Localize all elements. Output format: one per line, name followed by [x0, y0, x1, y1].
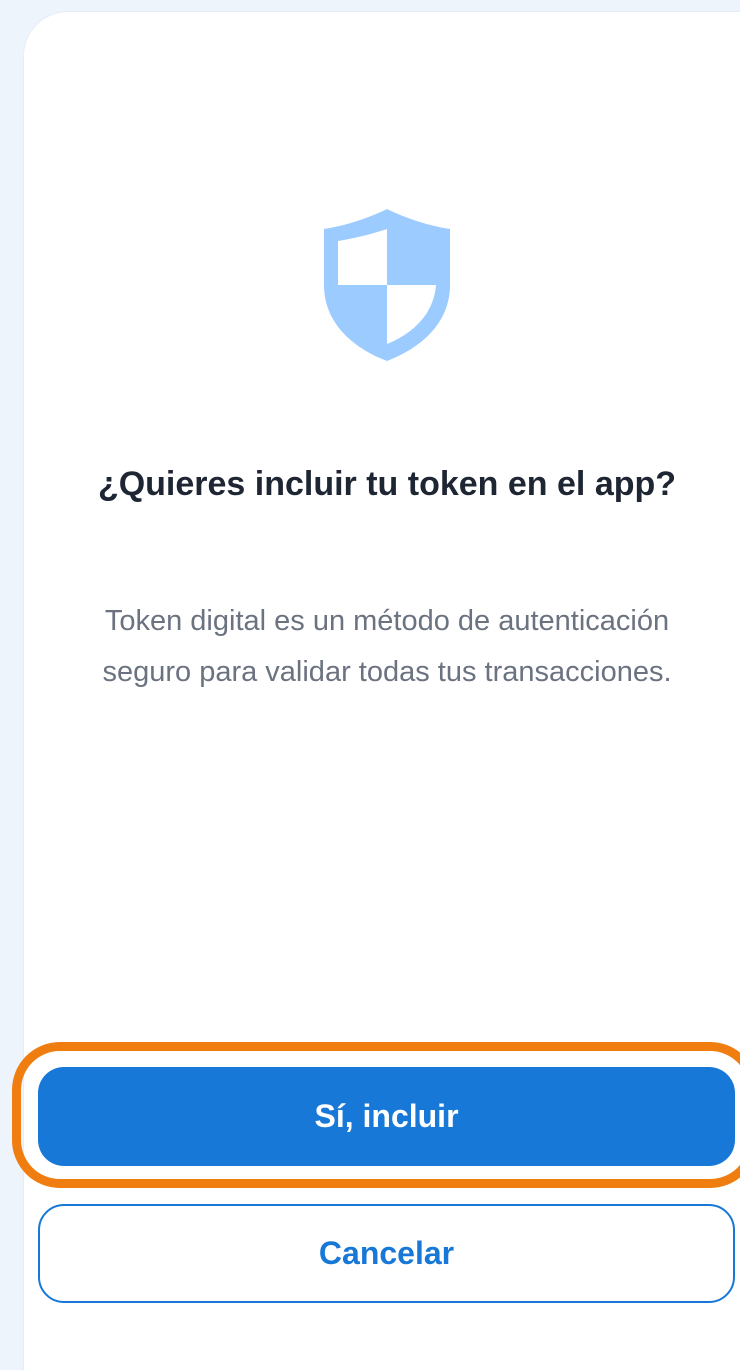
dialog-description: Token digital es un método de autenticac… — [102, 605, 672, 688]
cancel-button[interactable]: Cancelar — [38, 1204, 735, 1303]
confirm-include-button[interactable]: Sí, incluir — [38, 1067, 735, 1166]
shield-icon — [324, 209, 450, 361]
screen: ¿Quieres incluir tu token en el app? Tok… — [0, 0, 740, 1370]
dialog-title: ¿Quieres incluir tu token en el app? — [97, 465, 677, 503]
